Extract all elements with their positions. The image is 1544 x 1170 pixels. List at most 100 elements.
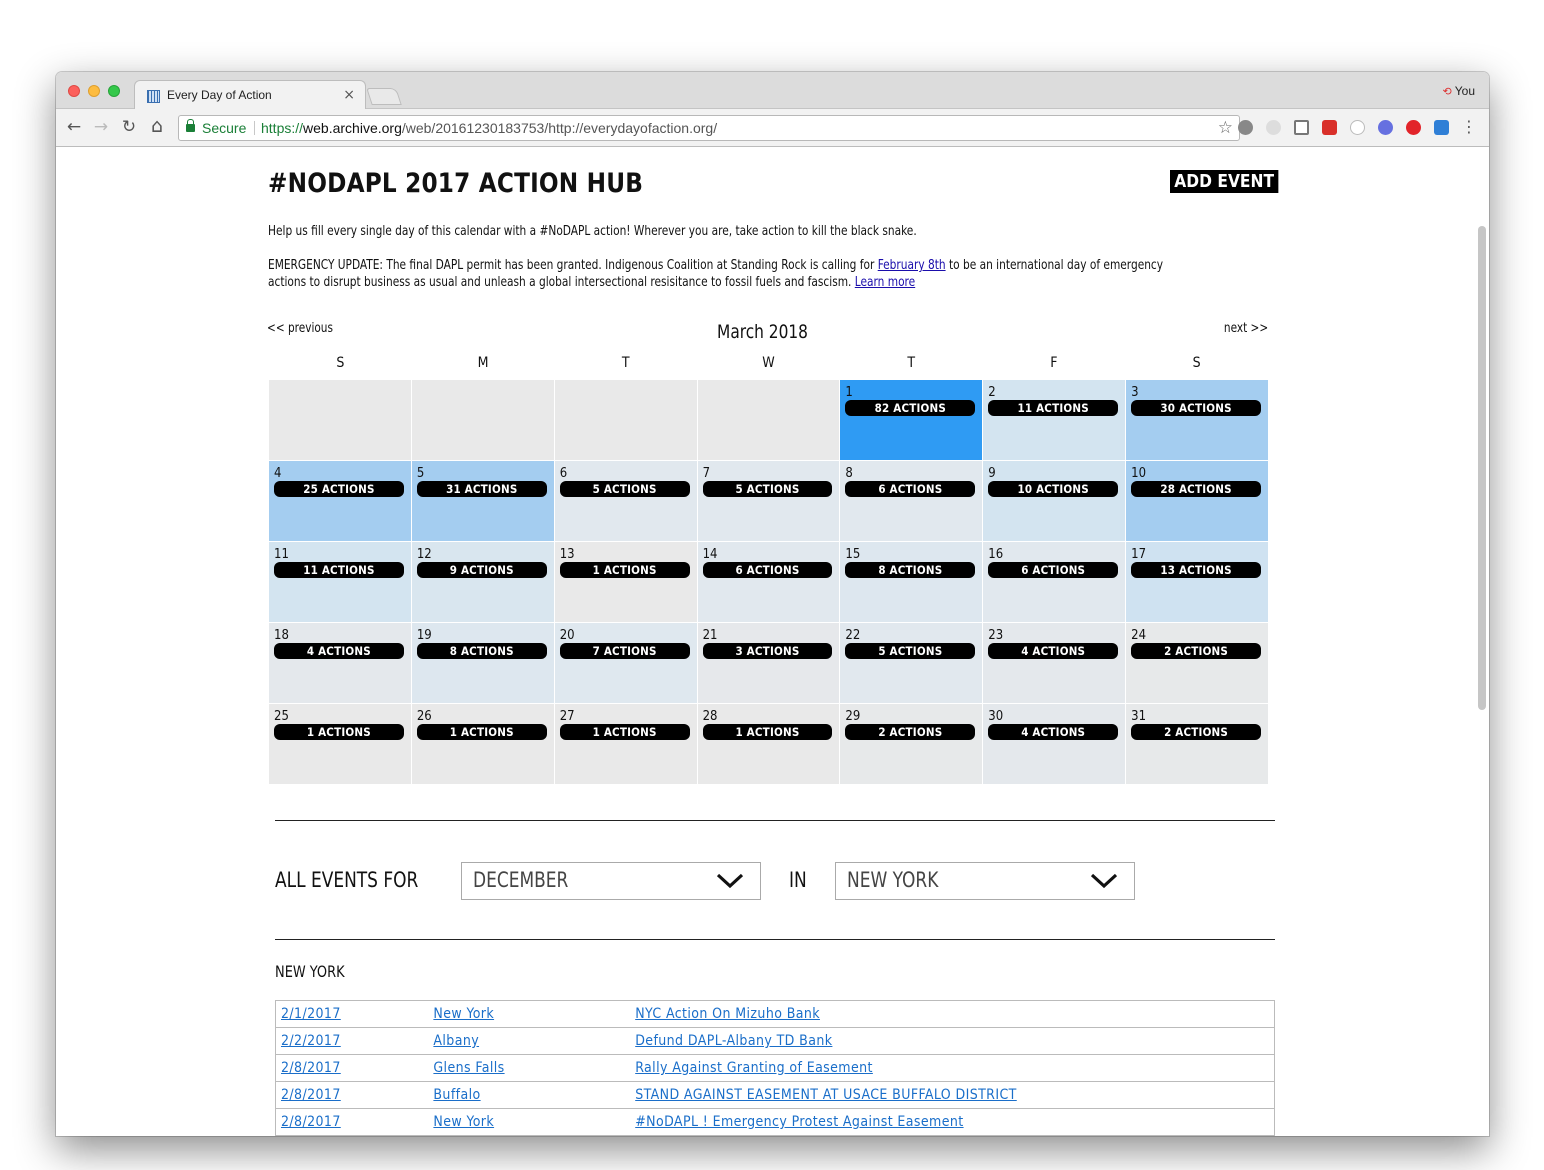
event-title-link[interactable]: Rally Against Granting of Easement [635,1060,873,1076]
calendar-day-cell[interactable]: 9 10 ACTIONS [983,461,1126,541]
actions-count-badge[interactable]: 1 ACTIONS [274,724,404,740]
february-8th-link[interactable]: February 8th [878,258,946,273]
event-city-link[interactable]: New York [433,1006,494,1022]
event-date-link[interactable]: 2/1/2017 [281,1006,341,1022]
actions-count-badge[interactable]: 13 ACTIONS [1131,562,1261,578]
minimize-window-button[interactable] [88,85,100,97]
calendar-day-cell[interactable]: 30 4 ACTIONS [983,704,1126,784]
extension-gear-icon[interactable] [1238,120,1253,135]
event-city-link[interactable]: New York [433,1114,494,1130]
calendar-day-cell[interactable]: 13 1 ACTIONS [554,542,697,622]
calendar-day-cell[interactable]: 14 6 ACTIONS [697,542,840,622]
actions-count-badge[interactable]: 6 ACTIONS [988,562,1119,578]
calendar-day-cell[interactable]: 86 ACTIONS [840,461,983,541]
event-date-link[interactable]: 2/8/2017 [281,1060,341,1076]
actions-count-badge[interactable]: 8 ACTIONS [416,643,547,659]
calendar-day-cell[interactable]: 1 82 ACTIONS [840,380,983,460]
actions-count-badge[interactable]: 4 ACTIONS [988,724,1119,740]
calendar-day-cell[interactable]: 5 31 ACTIONS [411,461,554,541]
home-button[interactable]: ⌂ [147,115,167,137]
calendar-day-cell[interactable]: 31 2 ACTIONS [1126,704,1268,784]
add-event-button[interactable]: ADD EVENT [1170,170,1279,193]
actions-count-badge[interactable]: 30 ACTIONS [1131,400,1261,416]
tab-close-icon[interactable]: × [343,87,355,103]
actions-count-badge[interactable]: 28 ACTIONS [1131,481,1261,497]
actions-count-badge[interactable]: 5 ACTIONS [845,643,976,659]
profile-button[interactable]: ⟲ You [1443,84,1475,98]
actions-count-badge[interactable]: 8 ACTIONS [845,562,976,578]
calendar-day-cell[interactable]: 29 2 ACTIONS [840,704,983,784]
actions-count-badge[interactable]: 9 ACTIONS [416,562,547,578]
actions-count-badge[interactable]: 1 ACTIONS [559,562,690,578]
actions-count-badge[interactable]: 4 ACTIONS [274,643,404,659]
pinterest-icon[interactable] [1406,120,1421,135]
calendar-day-cell[interactable]: 10 28 ACTIONS [1126,461,1268,541]
forward-button[interactable]: → [91,117,111,137]
calendar-day-cell[interactable]: 3 30 ACTIONS [1126,380,1268,460]
next-month-link[interactable]: next >> [1224,321,1268,336]
close-window-button[interactable] [68,85,80,97]
calendar-day-cell[interactable]: 27 1 ACTIONS [554,704,697,784]
bookmark-star-icon[interactable]: ☆ [1218,118,1233,138]
actions-count-badge[interactable]: 6 ACTIONS [702,562,833,578]
cast-icon[interactable] [1294,120,1309,135]
calendar-day-cell[interactable]: 16 6 ACTIONS [983,542,1126,622]
calendar-day-cell[interactable]: 23 4 ACTIONS [983,623,1126,703]
url-text[interactable]: https://web.archive.org/web/201612301837… [261,120,717,136]
actions-count-badge[interactable]: 5 ACTIONS [559,481,690,497]
scrollbar-thumb[interactable] [1478,226,1486,710]
previous-month-link[interactable]: << previous [267,321,333,336]
tab-every-day-of-action[interactable]: Every Day of Action × [134,80,366,110]
actions-count-badge[interactable]: 5 ACTIONS [702,481,833,497]
reload-button[interactable]: ↻ [119,117,139,137]
actions-count-badge[interactable]: 10 ACTIONS [988,481,1119,497]
calendar-day-cell[interactable]: 15 8 ACTIONS [840,542,983,622]
actions-count-badge[interactable]: 3 ACTIONS [702,643,833,659]
extension-moon-icon[interactable] [1266,120,1281,135]
calendar-day-cell[interactable]: 11 11 ACTIONS [269,542,411,622]
event-title-link[interactable]: #NoDAPL ! Emergency Protest Against Ease… [635,1114,963,1130]
calendar-day-cell[interactable]: 19 8 ACTIONS [411,623,554,703]
actions-count-badge[interactable]: 7 ACTIONS [559,643,690,659]
calendar-day-cell[interactable]: 18 4 ACTIONS [269,623,411,703]
extension-s-icon[interactable] [1434,120,1449,135]
event-city-link[interactable]: Glens Falls [433,1060,504,1076]
extension-red-icon[interactable] [1322,120,1337,135]
back-button[interactable]: ← [64,117,84,137]
address-bar[interactable]: Secure https://web.archive.org/web/20161… [178,115,1240,141]
event-title-link[interactable]: NYC Action On Mizuho Bank [635,1006,820,1022]
actions-count-badge[interactable]: 11 ACTIONS [274,562,404,578]
event-date-link[interactable]: 2/8/2017 [281,1087,341,1103]
calendar-day-cell[interactable]: 24 2 ACTIONS [1126,623,1268,703]
actions-count-badge[interactable]: 4 ACTIONS [988,643,1119,659]
calendar-day-cell[interactable]: 26 1 ACTIONS [411,704,554,784]
calendar-day-cell[interactable]: 75 ACTIONS [697,461,840,541]
event-date-link[interactable]: 2/8/2017 [281,1114,341,1130]
event-date-link[interactable]: 2/2/2017 [281,1033,341,1049]
extension-shield-icon[interactable] [1378,120,1393,135]
month-select[interactable]: DECEMBER [461,862,761,900]
calendar-day-cell[interactable]: 17 13 ACTIONS [1126,542,1268,622]
location-select[interactable]: NEW YORK [835,862,1135,900]
actions-count-badge[interactable]: 11 ACTIONS [988,400,1119,416]
maximize-window-button[interactable] [108,85,120,97]
extension-circle-icon[interactable] [1350,120,1365,135]
event-title-link[interactable]: STAND AGAINST EASEMENT AT USACE BUFFALO … [635,1087,1017,1103]
event-title-link[interactable]: Defund DAPL-Albany TD Bank [635,1033,832,1049]
learn-more-link[interactable]: Learn more [855,275,915,290]
calendar-day-cell[interactable]: 2 11 ACTIONS [983,380,1126,460]
calendar-day-cell[interactable]: 65 ACTIONS [554,461,697,541]
actions-count-badge[interactable]: 2 ACTIONS [845,724,976,740]
actions-count-badge[interactable]: 1 ACTIONS [702,724,833,740]
calendar-day-cell[interactable]: 28 1 ACTIONS [697,704,840,784]
calendar-day-cell[interactable]: 4 25 ACTIONS [269,461,411,541]
event-city-link[interactable]: Buffalo [433,1087,480,1103]
actions-count-badge[interactable]: 1 ACTIONS [416,724,547,740]
actions-count-badge[interactable]: 31 ACTIONS [416,481,547,497]
calendar-day-cell[interactable]: 12 9 ACTIONS [411,542,554,622]
actions-count-badge[interactable]: 82 ACTIONS [845,400,976,416]
actions-count-badge[interactable]: 1 ACTIONS [559,724,690,740]
calendar-day-cell[interactable]: 25 1 ACTIONS [269,704,411,784]
calendar-day-cell[interactable]: 21 3 ACTIONS [697,623,840,703]
calendar-day-cell[interactable]: 22 5 ACTIONS [840,623,983,703]
